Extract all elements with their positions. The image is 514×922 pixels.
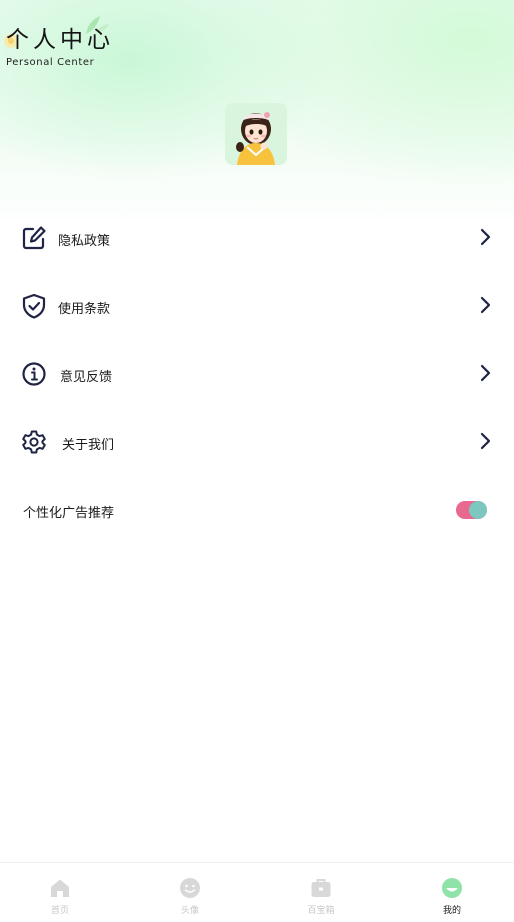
home-icon xyxy=(51,879,69,897)
avatar-girl-illustration xyxy=(225,103,287,165)
tab-label: 头像 xyxy=(180,906,199,916)
edit-icon xyxy=(22,226,46,250)
tab-home[interactable]: 首页 xyxy=(0,863,124,922)
info-icon xyxy=(22,362,46,386)
personalized-ads-row: 个性化广告推荐 xyxy=(0,490,514,534)
personalized-ads-label: 个性化广告推荐 xyxy=(23,506,115,521)
chevron-right-icon xyxy=(480,296,491,314)
mine-icon xyxy=(442,878,462,898)
tab-avatar[interactable]: 头像 xyxy=(126,863,254,922)
menu-item-terms-of-use[interactable]: 使用条款 xyxy=(0,271,514,339)
menu-item-label: 意见反馈 xyxy=(60,370,113,385)
page-title-en: Personal Center xyxy=(6,57,95,68)
toolbox-icon xyxy=(311,879,331,897)
page-title-cn: 个人中心 xyxy=(6,27,114,53)
menu-item-about-us[interactable]: 关于我们 xyxy=(0,407,514,475)
tab-label: 百宝箱 xyxy=(307,906,335,916)
tab-label: 首页 xyxy=(50,906,69,916)
tab-label: 我的 xyxy=(442,906,461,916)
avatar[interactable] xyxy=(225,103,287,165)
menu-item-label: 隐私政策 xyxy=(58,234,111,249)
chevron-right-icon xyxy=(480,432,491,450)
chevron-right-icon xyxy=(480,364,491,382)
menu-item-privacy-policy[interactable]: 隐私政策 xyxy=(0,203,514,271)
menu-item-feedback[interactable]: 意见反馈 xyxy=(0,339,514,407)
smile-icon xyxy=(180,878,200,898)
menu-item-label: 使用条款 xyxy=(58,302,111,317)
menu-item-label: 关于我们 xyxy=(62,438,115,453)
tab-toolbox[interactable]: 百宝箱 xyxy=(257,863,385,922)
gear-icon xyxy=(22,430,46,454)
personalized-ads-toggle[interactable] xyxy=(456,501,487,519)
toggle-knob xyxy=(469,501,487,519)
page-title: 个人中心 Personal Center xyxy=(4,16,126,78)
shield-check-icon xyxy=(22,293,46,319)
bottom-tab-bar: 首页 头像 百宝箱 我的 xyxy=(0,862,514,922)
chevron-right-icon xyxy=(480,228,491,246)
tab-mine[interactable]: 我的 xyxy=(388,863,514,922)
